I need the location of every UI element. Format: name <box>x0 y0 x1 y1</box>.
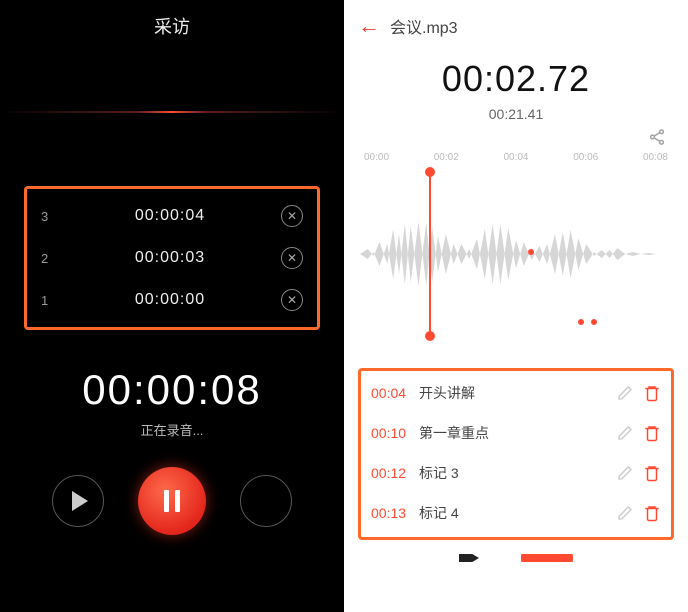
page-title: 采访 <box>154 13 190 39</box>
file-title: 会议.mp3 <box>390 14 458 38</box>
mark-index: 3 <box>41 209 59 224</box>
mark-row[interactable]: 3 00:00:04 ✕ <box>27 195 317 237</box>
segment-label: 标记 4 <box>419 503 617 523</box>
pause-record-button[interactable] <box>138 467 206 535</box>
segment-label: 标记 3 <box>419 463 617 483</box>
segment-time: 00:10 <box>371 425 419 441</box>
playhead[interactable] <box>429 169 431 339</box>
segment-row[interactable]: 00:10 第一章重点 <box>361 413 671 453</box>
recorder-controls <box>0 467 344 535</box>
play-button[interactable] <box>459 554 479 562</box>
trash-icon[interactable] <box>643 424 661 442</box>
tick-label: 00:04 <box>503 152 528 163</box>
playback-waveform[interactable]: 00:00 00:02 00:04 00:06 00:08 <box>360 152 672 352</box>
mark-time: 00:00:04 <box>59 207 281 225</box>
playback-screen: ← 会议.mp3 00:02.72 00:21.41 00:00 00:02 0… <box>344 0 688 612</box>
pencil-icon[interactable] <box>617 465 633 481</box>
tick-label: 00:02 <box>434 152 459 163</box>
mark-row[interactable]: 1 00:00:00 ✕ <box>27 279 317 321</box>
close-icon[interactable]: ✕ <box>281 205 303 227</box>
segment-time: 00:13 <box>371 505 419 521</box>
segment-row[interactable]: 00:12 标记 3 <box>361 453 671 493</box>
play-button[interactable] <box>52 475 104 527</box>
playback-controls <box>344 554 688 562</box>
recording-waveform <box>0 52 344 172</box>
total-time: 00:21.41 <box>344 106 688 122</box>
segment-time: 00:12 <box>371 465 419 481</box>
recorder-screen: 采访 3 00:00:04 ✕ 2 00:00:03 ✕ 1 00:00:00 … <box>0 0 344 612</box>
tick-label: 00:08 <box>643 152 668 163</box>
trash-icon[interactable] <box>643 464 661 482</box>
close-icon[interactable]: ✕ <box>281 247 303 269</box>
segment-time: 00:04 <box>371 385 419 401</box>
pencil-icon[interactable] <box>617 425 633 441</box>
waveform-graphic <box>360 169 672 339</box>
marker-dot[interactable] <box>591 319 597 325</box>
mark-row[interactable]: 2 00:00:03 ✕ <box>27 237 317 279</box>
secondary-button[interactable] <box>240 475 292 527</box>
pencil-icon[interactable] <box>617 385 633 401</box>
close-icon[interactable]: ✕ <box>281 289 303 311</box>
mark-index: 2 <box>41 251 59 266</box>
segment-label: 开头讲解 <box>419 383 617 403</box>
segment-row[interactable]: 00:04 开头讲解 <box>361 373 671 413</box>
waveform-line <box>0 111 344 113</box>
trash-icon[interactable] <box>643 384 661 402</box>
recording-status: 正在录音... <box>0 420 344 439</box>
pencil-icon[interactable] <box>617 505 633 521</box>
mark-index: 1 <box>41 293 59 308</box>
segments-list: 00:04 开头讲解 00:10 第一章重点 00:12 标记 3 00:13 … <box>358 368 674 540</box>
play-icon <box>72 491 88 511</box>
time-ticks: 00:00 00:02 00:04 00:06 00:08 <box>360 152 672 163</box>
mark-time: 00:00:03 <box>59 249 281 267</box>
tick-label: 00:06 <box>573 152 598 163</box>
playback-header: ← 会议.mp3 <box>344 0 688 52</box>
mark-time: 00:00:00 <box>59 291 281 309</box>
segment-label: 第一章重点 <box>419 423 617 443</box>
trash-icon[interactable] <box>643 504 661 522</box>
pause-icon <box>164 490 180 512</box>
current-time: 00:02.72 <box>344 58 688 100</box>
recording-timer: 00:00:08 <box>0 366 344 414</box>
stop-button[interactable] <box>521 554 573 562</box>
marks-list: 3 00:00:04 ✕ 2 00:00:03 ✕ 1 00:00:00 ✕ <box>24 186 320 330</box>
recorder-header: 采访 <box>0 0 344 52</box>
share-icon[interactable] <box>648 128 666 146</box>
arrow-left-icon[interactable]: ← <box>358 13 380 39</box>
segment-row[interactable]: 00:13 标记 4 <box>361 493 671 533</box>
tick-label: 00:00 <box>364 152 389 163</box>
